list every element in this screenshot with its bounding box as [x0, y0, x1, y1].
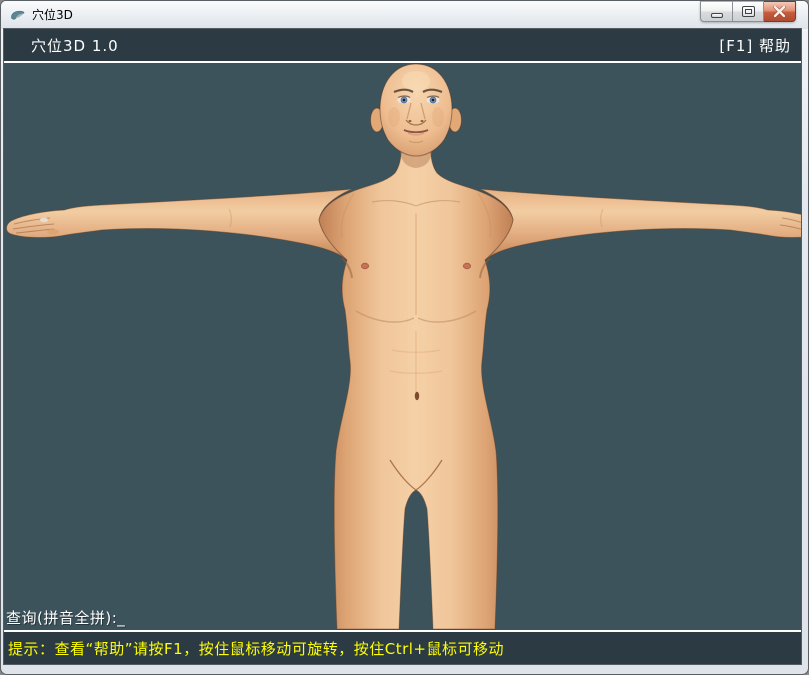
query-input-line[interactable]: 查询(拼音全拼):_: [6, 607, 125, 628]
human-model-3d[interactable]: [4, 63, 801, 630]
right-arm: [480, 189, 801, 260]
close-icon: [773, 6, 786, 17]
titlebar[interactable]: 穴位3D: [1, 1, 808, 29]
left-arm: [7, 189, 353, 260]
header-bar: 穴位3D 1.0 [F1] 帮助: [4, 29, 801, 61]
torso-and-legs: [319, 145, 513, 629]
app-version-label: 穴位3D 1.0: [31, 35, 119, 56]
window-title: 穴位3D: [32, 1, 73, 29]
help-shortcut-label: [F1] 帮助: [719, 35, 791, 56]
window-controls: [700, 1, 796, 22]
3d-viewport[interactable]: 查询(拼音全拼):_: [4, 63, 801, 630]
minimize-button[interactable]: [700, 1, 732, 22]
minimize-icon: [711, 13, 723, 18]
close-button[interactable]: [764, 1, 796, 22]
maximize-button[interactable]: [732, 1, 764, 22]
maximize-icon: [742, 6, 755, 17]
app-window: 穴位3D 穴位3D 1.0 [F1] 帮助: [0, 0, 809, 675]
head: [371, 64, 462, 156]
client-area: 穴位3D 1.0 [F1] 帮助: [4, 29, 801, 664]
acupoint-app-icon: [10, 7, 26, 23]
hint-bar: 提示：查看“帮助”请按F1，按住鼠标移动可旋转，按住Ctrl+鼠标可移动: [4, 632, 801, 664]
hint-text: 提示：查看“帮助”请按F1，按住鼠标移动可旋转，按住Ctrl+鼠标可移动: [8, 638, 504, 659]
